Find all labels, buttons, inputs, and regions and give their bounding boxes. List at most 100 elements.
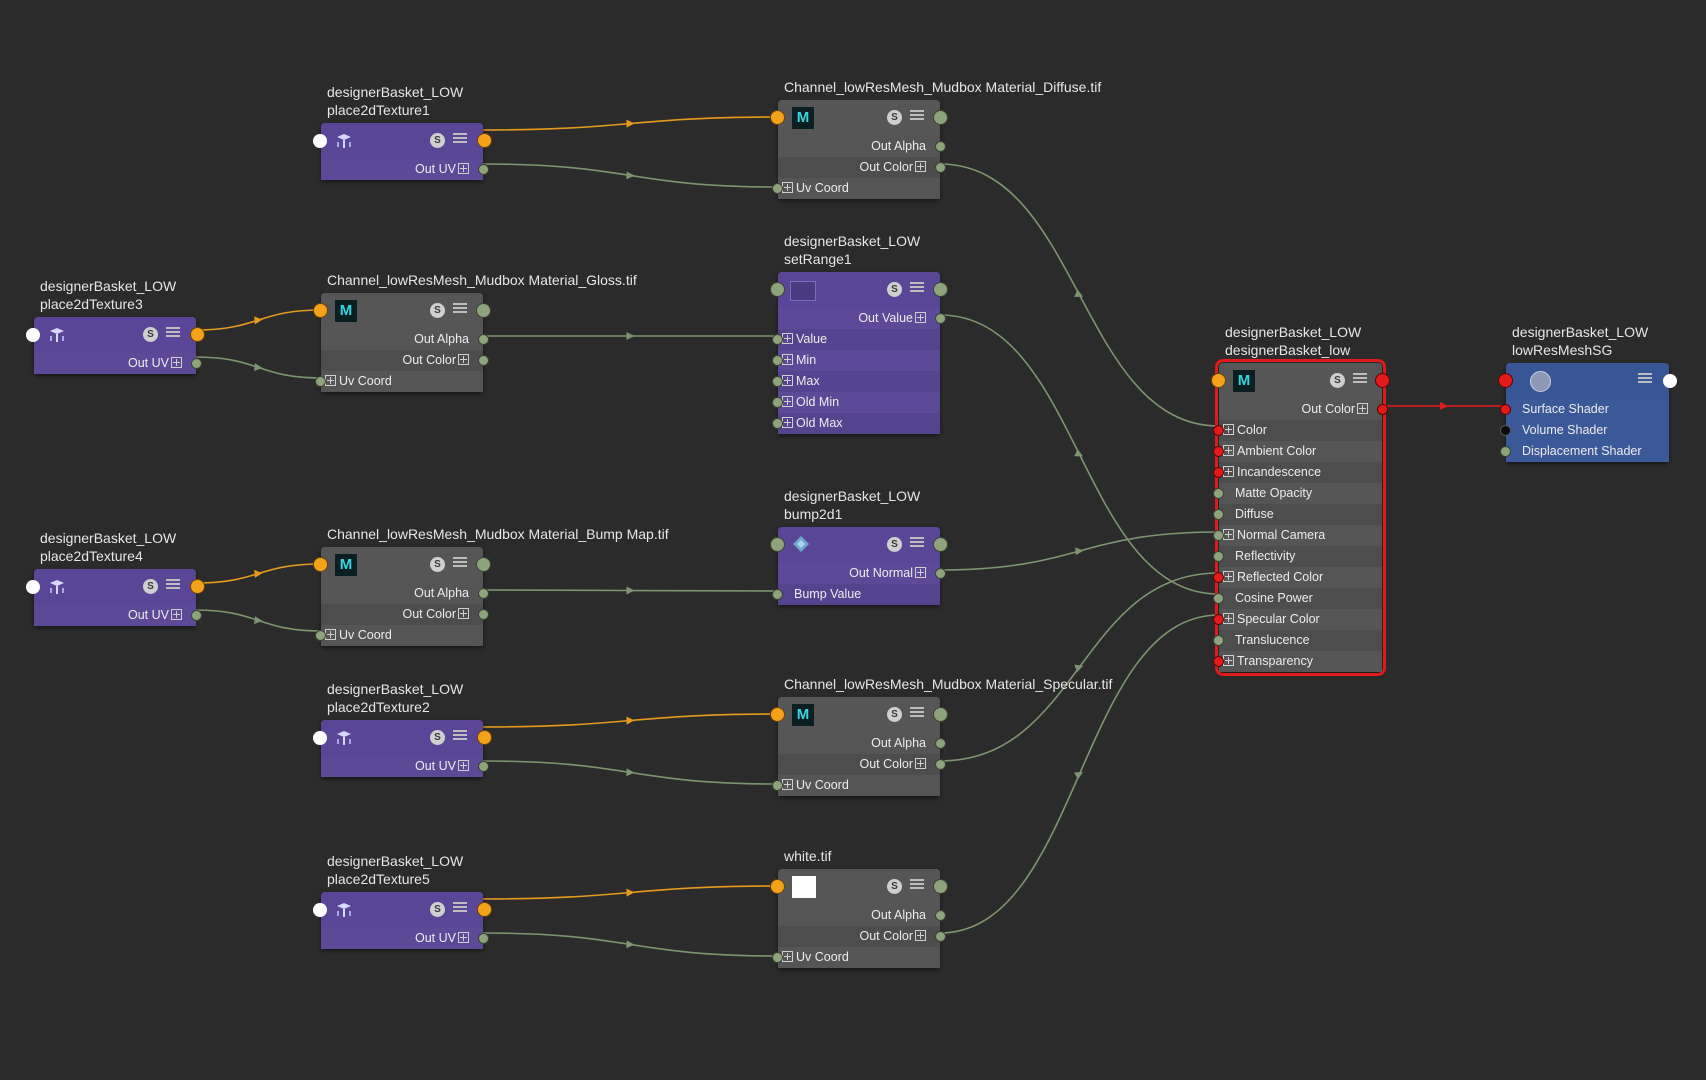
port-out-color[interactable]: Out Color: [321, 604, 483, 625]
bump-value-port[interactable]: [772, 589, 783, 600]
out-uv-port[interactable]: [478, 164, 489, 175]
expand-icon[interactable]: [782, 951, 793, 962]
color-port[interactable]: [1213, 425, 1224, 436]
input-port[interactable]: [313, 731, 327, 745]
swatch-toggle-icon[interactable]: S: [430, 902, 445, 917]
expand-icon[interactable]: [782, 333, 793, 344]
node-place2dtexture3[interactable]: designerBasket_LOW place2dTexture3 S Out …: [26, 278, 205, 374]
port-out-alpha[interactable]: Out Alpha: [321, 583, 483, 604]
expand-icon[interactable]: [915, 567, 926, 578]
port-ambient-color[interactable]: Ambient Color: [1219, 441, 1382, 462]
attribute-list-icon[interactable]: [453, 902, 467, 916]
port-old-min[interactable]: Old Min: [778, 392, 940, 413]
attribute-list-icon[interactable]: [910, 707, 924, 721]
attribute-list-icon[interactable]: [453, 730, 467, 744]
value-port[interactable]: [772, 334, 783, 345]
translucence-port[interactable]: [1213, 635, 1224, 646]
output-port[interactable]: [933, 282, 948, 297]
port-old-max[interactable]: Old Max: [778, 413, 940, 434]
attribute-list-icon[interactable]: [166, 327, 180, 341]
swatch-toggle-icon[interactable]: S: [887, 707, 902, 722]
expand-icon[interactable]: [782, 396, 793, 407]
expand-icon[interactable]: [458, 608, 469, 619]
uv-coord-port[interactable]: [772, 952, 783, 963]
expand-icon[interactable]: [1223, 466, 1234, 477]
out-uv-port[interactable]: [191, 610, 202, 621]
attribute-list-icon[interactable]: [910, 282, 924, 296]
out-color-port[interactable]: [1377, 404, 1388, 415]
input-port[interactable]: [770, 110, 785, 125]
attribute-list-icon[interactable]: [910, 537, 924, 551]
output-port[interactable]: [477, 902, 492, 917]
reflectivity-port[interactable]: [1213, 551, 1224, 562]
specular-color-port[interactable]: [1213, 614, 1224, 625]
port-out-uv[interactable]: Out UV: [321, 756, 483, 777]
attribute-list-icon[interactable]: [453, 133, 467, 147]
swatch-toggle-icon[interactable]: S: [887, 537, 902, 552]
port-min[interactable]: Min: [778, 350, 940, 371]
output-port[interactable]: [933, 537, 948, 552]
input-port[interactable]: [313, 903, 327, 917]
swatch-toggle-icon[interactable]: S: [430, 303, 445, 318]
port-displacement-shader[interactable]: Displacement Shader: [1506, 441, 1669, 462]
port-out-alpha[interactable]: Out Alpha: [321, 329, 483, 350]
expand-icon[interactable]: [171, 357, 182, 368]
swatch-toggle-icon[interactable]: S: [887, 110, 902, 125]
attribute-list-icon[interactable]: [910, 110, 924, 124]
port-out-alpha[interactable]: Out Alpha: [778, 905, 940, 926]
expand-icon[interactable]: [1357, 403, 1368, 414]
port-surface-shader[interactable]: Surface Shader: [1506, 399, 1669, 420]
expand-icon[interactable]: [458, 932, 469, 943]
swatch-toggle-icon[interactable]: S: [143, 579, 158, 594]
output-port[interactable]: [933, 707, 948, 722]
input-port[interactable]: [1498, 373, 1513, 388]
out-color-port[interactable]: [935, 759, 946, 770]
expand-icon[interactable]: [171, 609, 182, 620]
node-bump2d1[interactable]: designerBasket_LOW bump2d1 S Out Normal B…: [770, 488, 948, 605]
expand-icon[interactable]: [1223, 613, 1234, 624]
uv-coord-port[interactable]: [772, 780, 783, 791]
input-port[interactable]: [313, 557, 328, 572]
node-header[interactable]: S: [321, 720, 483, 756]
port-normal-camera[interactable]: Normal Camera: [1219, 525, 1382, 546]
input-port[interactable]: [1211, 373, 1226, 388]
attribute-list-icon[interactable]: [453, 557, 467, 571]
swatch-toggle-icon[interactable]: S: [143, 327, 158, 342]
output-port[interactable]: [190, 579, 205, 594]
node-file-gloss[interactable]: Channel_lowResMesh_Mudbox Material_Gloss…: [313, 272, 637, 392]
attribute-list-icon[interactable]: [910, 879, 924, 893]
out-alpha-port[interactable]: [935, 738, 946, 749]
expand-icon[interactable]: [782, 779, 793, 790]
expand-icon[interactable]: [782, 182, 793, 193]
node-header[interactable]: S: [321, 123, 483, 159]
input-port[interactable]: [313, 303, 328, 318]
output-port[interactable]: [933, 879, 948, 894]
reflected-color-port[interactable]: [1213, 572, 1224, 583]
swatch-toggle-icon[interactable]: S: [887, 879, 902, 894]
node-header[interactable]: M S: [1219, 363, 1382, 399]
max-port[interactable]: [772, 376, 783, 387]
expand-icon[interactable]: [1223, 445, 1234, 456]
node-header[interactable]: M S: [778, 697, 940, 733]
output-port[interactable]: [190, 327, 205, 342]
ambient-color-port[interactable]: [1213, 446, 1224, 457]
node-place2dtexture1[interactable]: designerBasket_LOW place2dTexture1 S Out …: [313, 84, 492, 180]
port-uv-coord[interactable]: Uv Coord: [778, 947, 940, 968]
expand-icon[interactable]: [782, 354, 793, 365]
port-translucence[interactable]: Translucence: [1219, 630, 1382, 651]
expand-icon[interactable]: [915, 930, 926, 941]
port-uv-coord[interactable]: Uv Coord: [321, 625, 483, 646]
swatch-toggle-icon[interactable]: S: [1330, 373, 1345, 388]
out-color-port[interactable]: [935, 162, 946, 173]
uv-coord-port[interactable]: [315, 630, 326, 641]
out-alpha-port[interactable]: [935, 910, 946, 921]
displacement-shader-port[interactable]: [1500, 446, 1511, 457]
expand-icon[interactable]: [325, 375, 336, 386]
node-header[interactable]: M S: [778, 100, 940, 136]
node-file-bumpmap[interactable]: Channel_lowResMesh_Mudbox Material_Bump …: [313, 526, 669, 646]
output-port[interactable]: [477, 133, 492, 148]
expand-icon[interactable]: [915, 312, 926, 323]
out-uv-port[interactable]: [191, 358, 202, 369]
uv-coord-port[interactable]: [315, 376, 326, 387]
port-out-color[interactable]: Out Color: [321, 350, 483, 371]
